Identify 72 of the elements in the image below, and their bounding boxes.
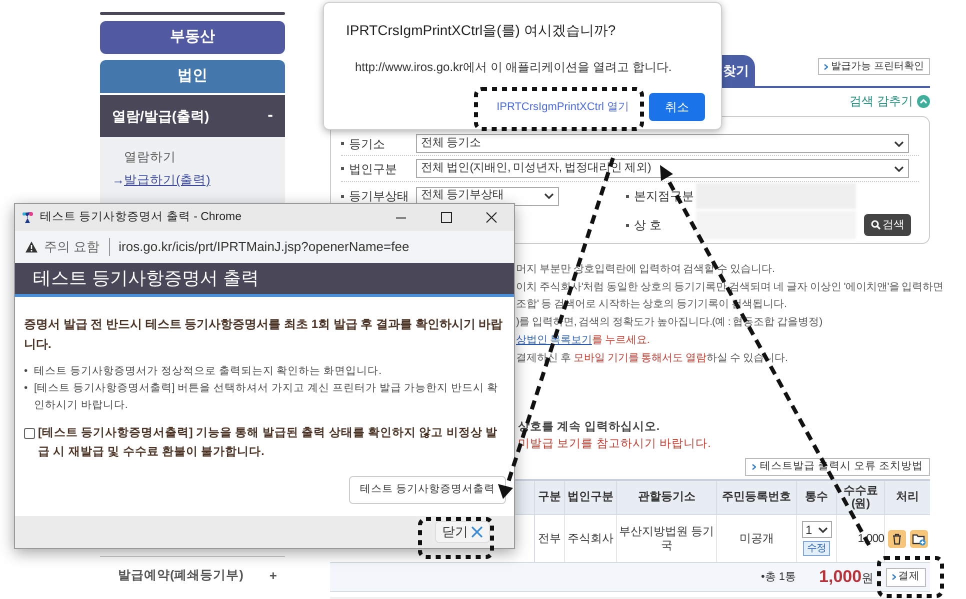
checkbox[interactable] [24,428,35,439]
window-title: 테스트 등기사항증명서 출력 - Chrome [40,210,242,225]
currency-unit: 원 [862,570,874,588]
bullet-icon [341,142,344,145]
bullet-text: • [24,364,29,379]
security-warning: 주의 요함 [44,238,100,256]
total-count: •총 1통 [761,570,796,585]
cancel-button[interactable]: 취소 [649,93,705,121]
select-field[interactable]: 전체 등기소 [416,134,909,153]
field-label: 등기소 [349,136,385,152]
chevron-icon [894,140,904,146]
caret-icon [752,464,756,470]
close-icon[interactable] [486,212,497,223]
arrow-marker: → [112,172,122,190]
edit-button[interactable]: 수정 [803,541,830,556]
close-icon [471,526,483,538]
bullet-text: • [24,381,29,396]
note-text: 미발급 보기를 참고하시기 바랍니다. [518,437,712,452]
close-button[interactable]: 닫기 [435,521,490,543]
highlight-box [877,556,944,598]
pay-button[interactable]: 결제 [886,568,926,587]
chevron-icon [894,166,904,172]
menu-item[interactable]: 발급예약(폐쇄등기부) [118,566,244,585]
folder-plus-icon[interactable] [910,530,928,548]
hide-search-link[interactable]: 검색 감추기 [850,92,913,110]
section-title: 열람/발급(출력) [112,106,210,126]
bullet-text: [테스트 등기사항증명서출력] 버튼을 선택하셔서 가지고 계신 프린터가 발급 가능한지 반드시 확인하시기 바랍니다. [34,381,500,413]
expand-toggle[interactable]: + [269,566,277,586]
maximize-icon[interactable] [441,212,452,223]
submenu-link[interactable]: 발급하기(출력) [124,171,210,190]
note-text: 이치 주식회사'처럼 동일한 상호의 등기기록만 검색되며 네 글자 이상인 '에이치앤'을 입력하면 [516,280,944,295]
checkbox-label[interactable]: [테스트 등기사항증명서출력] 기능을 통해 발급된 출력 상태를 확인하지 않고 비정상 발급 시 재발급 및 수수료 환불이 불가합니다. [38,424,505,462]
caret-icon [892,574,896,580]
note-text: 상호를 계속 입력하십시오. [518,420,661,436]
chevron-icon [544,193,554,199]
select-field[interactable]: 전체 법인(지배인, 미성년자, 법정대리인 제외) [416,159,909,178]
url-text: iros.go.kr/icis/prt/IPRTMainJ.jsp?openerName=fee [118,238,410,256]
field-label: 등기부상태 [349,188,409,205]
bullet-icon [341,194,344,198]
bullet-icon [341,167,344,170]
section-header[interactable]: 열람/발급(출력) - [100,95,285,137]
copies-select[interactable]: 1 [802,521,832,538]
app-icon [21,211,34,224]
search-icon [870,220,880,230]
collapse-icon [917,94,930,108]
select-field[interactable]: 전체 등기부상태 [416,186,559,206]
note-text: 상법인 목록보기를 누르세요. [516,332,650,348]
link[interactable]: 상법인 목록보기 [516,334,592,346]
trash-icon[interactable] [888,530,906,548]
sidebar-tab[interactable]: 부동산 [100,21,285,54]
sidebar-tab[interactable]: 법인 [100,60,285,93]
total-amount: 1,000 [819,566,862,588]
column-header: 처리 [895,490,920,506]
dialog-title: IPRTCrsIgmPrintXCtrl을(를) 여시겠습니까? [345,21,617,40]
submenu-link[interactable]: 열람하기 [124,148,176,167]
printer-check-button[interactable]: 발급가능 프린터확인 [818,58,930,75]
note-text: 머지 부분만 상호입력란에 입력하여 검색할 수 있습니다. [516,262,774,277]
field-label: 상 호 [634,217,662,234]
dialog-message: http://www.iros.go.kr에서 이 애플리케이션을 열려고 합니다. [354,59,673,76]
notice-text: 증명서 발급 전 반드시 테스트 등기사항증명서를 최초 1회 발급 후 결과를 확인하시기 바랍니다. [24,316,504,353]
bullet-icon [626,194,629,198]
warning-icon [25,241,38,253]
bullet-icon [626,224,629,226]
field-label: 본지점구분 [634,188,694,205]
search-button[interactable]: 검색 [864,214,911,236]
caret-icon [824,64,828,70]
popup-heading: 테스트 등기사항증명서 출력 [33,267,260,290]
collapse-toggle[interactable]: - [268,104,273,128]
field-label: 법인구분 [349,160,397,178]
chevron-icon [818,526,828,533]
test-print-button[interactable]: 테스트 등기사항증명서출력 [349,476,506,504]
bullet-text: 테스트 등기사항증명서가 정상적으로 출력되는지 확인하는 화면입니다. [34,364,382,379]
